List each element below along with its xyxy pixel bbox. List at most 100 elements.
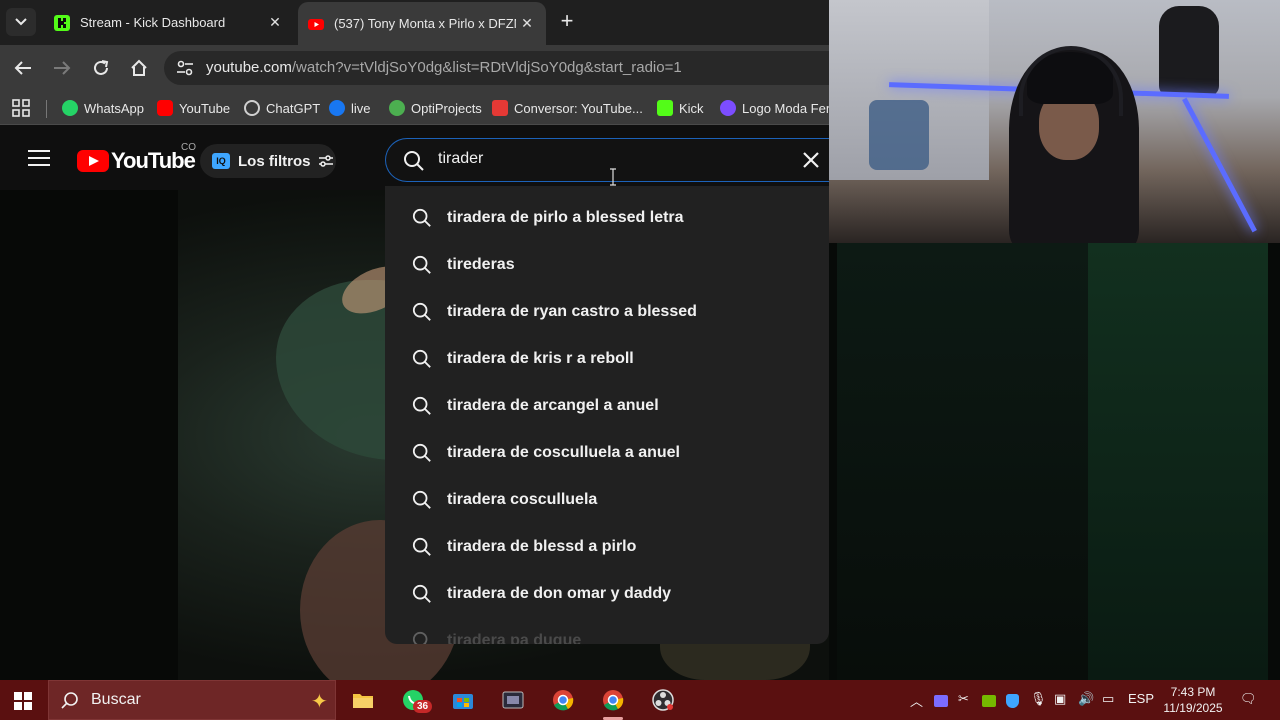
bookmark-label: Kick bbox=[679, 100, 704, 116]
bookmark-chatgpt[interactable]: ChatGPT bbox=[244, 99, 320, 117]
close-icon[interactable]: ✕ bbox=[516, 15, 538, 32]
windows-start-icon[interactable] bbox=[14, 692, 32, 710]
suggestion-item[interactable]: tiradera de don omar y daddy bbox=[385, 570, 829, 617]
reload-button[interactable] bbox=[89, 56, 113, 80]
tray-app-icon[interactable] bbox=[934, 695, 948, 707]
notifications-icon[interactable]: 🗨 bbox=[1240, 691, 1257, 707]
suggestion-text: tiradera cosculluela bbox=[447, 490, 598, 508]
bookmark-kick[interactable]: Kick bbox=[657, 99, 704, 117]
security-shield-icon[interactable] bbox=[1006, 694, 1019, 708]
microphone-icon[interactable]: 🎙 bbox=[1030, 691, 1047, 707]
whatsapp-icon[interactable]: 36 bbox=[399, 686, 433, 714]
reload-icon bbox=[94, 60, 109, 75]
home-button[interactable] bbox=[127, 56, 151, 80]
search-query-text: tirader bbox=[438, 150, 484, 167]
apps-button[interactable] bbox=[12, 99, 30, 117]
suggestion-item[interactable]: tiradera pa duque bbox=[385, 617, 829, 644]
clock-time: 7:43 PM bbox=[1170, 685, 1216, 699]
obs-icon[interactable] bbox=[649, 686, 677, 714]
clock-date: 11/19/2025 bbox=[1163, 701, 1223, 715]
camera-icon[interactable]: ▣ bbox=[1054, 691, 1066, 707]
kick-icon bbox=[657, 100, 673, 116]
forward-button[interactable] bbox=[50, 56, 74, 80]
bookmark-conversor[interactable]: Conversor: YouTube... bbox=[492, 99, 643, 117]
search-icon bbox=[412, 208, 431, 227]
filters-button[interactable]: IQ Los filtros bbox=[200, 144, 336, 178]
chevron-down-icon bbox=[15, 18, 27, 26]
search-input[interactable]: tirader bbox=[385, 138, 829, 182]
file-explorer-icon[interactable] bbox=[349, 686, 377, 714]
panel-shade bbox=[1088, 243, 1268, 680]
language-indicator[interactable]: ESP bbox=[1128, 691, 1154, 706]
new-tab-button[interactable]: + bbox=[556, 10, 578, 34]
suggestion-item[interactable]: tiradera de blessd a pirlo bbox=[385, 523, 829, 570]
arrow-right-icon bbox=[54, 61, 71, 75]
tab-search-button[interactable] bbox=[6, 8, 36, 36]
bookmark-optiprojects[interactable]: OptiProjects bbox=[389, 99, 482, 117]
suggestion-text: tiradera de pirlo a blessed letra bbox=[447, 208, 684, 226]
clear-search-icon[interactable] bbox=[802, 151, 820, 169]
chevron-up-icon[interactable]: ︿ bbox=[910, 691, 923, 710]
suggestion-text: tiradera de arcangel a anuel bbox=[447, 396, 659, 414]
network-icon[interactable]: ▭ bbox=[1102, 691, 1114, 707]
suggestion-item[interactable]: tiradera de pirlo a blessed letra bbox=[385, 194, 829, 241]
site-info-icon[interactable] bbox=[176, 60, 194, 76]
suggestion-text: tiradera de don omar y daddy bbox=[447, 584, 672, 602]
country-code: CO bbox=[181, 142, 196, 153]
taskbar-search[interactable]: Buscar ✦ bbox=[48, 680, 336, 720]
url-host: youtube.com bbox=[206, 59, 292, 76]
tab-youtube-video[interactable]: (537) Tony Monta x Pirlo x DFZM x ✕ bbox=[298, 2, 546, 45]
suggestion-text: tiradera de blessd a pirlo bbox=[447, 537, 637, 555]
tray-tool-icon[interactable]: ✂ bbox=[958, 691, 969, 707]
bookmark-live[interactable]: live bbox=[329, 99, 371, 117]
youtube-logo[interactable]: YouTube CO bbox=[77, 142, 196, 174]
suggestion-item[interactable]: tiradera cosculluela bbox=[385, 476, 829, 523]
search-icon bbox=[61, 692, 78, 709]
search-icon bbox=[412, 255, 431, 274]
microsoft-store-icon[interactable] bbox=[449, 686, 477, 714]
sparkle-icon: ✦ bbox=[311, 691, 328, 713]
suggestion-text: tirederas bbox=[447, 255, 515, 273]
bookmark-label: OptiProjects bbox=[411, 100, 482, 116]
close-icon[interactable]: ✕ bbox=[264, 14, 286, 31]
address-bar[interactable]: youtube.com/watch?v=tVldjSoY0dg&list=RDt… bbox=[164, 51, 864, 85]
youtube-page: YouTube CO IQ Los filtros tirader tirade… bbox=[0, 126, 829, 680]
browser-toolbar: youtube.com/watch?v=tVldjSoY0dg&list=RDt… bbox=[0, 45, 864, 91]
back-button[interactable] bbox=[11, 56, 35, 80]
search-icon bbox=[412, 631, 428, 644]
clock[interactable]: 7:43 PM 11/19/2025 bbox=[1160, 684, 1226, 716]
bookmarks-divider bbox=[46, 100, 47, 118]
chrome-icon[interactable] bbox=[549, 686, 577, 714]
suggestion-item[interactable]: tiradera de cosculluela a anuel bbox=[385, 429, 829, 476]
suggestion-text: tiradera de kris r a reboll bbox=[447, 349, 634, 367]
bookmark-youtube[interactable]: YouTube bbox=[157, 99, 230, 117]
youtube-icon bbox=[308, 18, 324, 30]
facebook-icon bbox=[329, 100, 345, 116]
youtube-masthead: YouTube CO IQ Los filtros tirader tirade… bbox=[0, 126, 829, 644]
bookmark-label: Conversor: YouTube... bbox=[514, 100, 643, 116]
suggestion-text: tiradera de ryan castro a blessed bbox=[447, 302, 697, 320]
search-icon bbox=[412, 490, 431, 509]
webcam-scene bbox=[869, 100, 929, 170]
bookmarks-bar: WhatsApp YouTube ChatGPT live OptiProjec… bbox=[0, 91, 844, 125]
video-editor-icon[interactable] bbox=[499, 686, 527, 714]
bookmark-whatsapp[interactable]: WhatsApp bbox=[62, 99, 144, 117]
suggestion-item[interactable]: tiradera de ryan castro a blessed bbox=[385, 288, 829, 335]
search-icon bbox=[412, 443, 431, 462]
suggestion-item[interactable]: tiradera de kris r a reboll bbox=[385, 335, 829, 382]
chrome-icon[interactable] bbox=[599, 686, 627, 720]
iq-icon: IQ bbox=[212, 153, 230, 169]
search-icon bbox=[412, 349, 431, 368]
hamburger-menu-button[interactable] bbox=[28, 150, 50, 168]
tab-kick-dashboard[interactable]: Stream - Kick Dashboard ✕ bbox=[44, 0, 294, 45]
nvidia-icon[interactable] bbox=[982, 695, 996, 707]
bookmark-label: YouTube bbox=[179, 100, 231, 116]
suggestion-item[interactable]: tiradera de arcangel a anuel bbox=[385, 382, 829, 429]
taskbar-search-placeholder: Buscar bbox=[91, 691, 141, 708]
bookmark-logo-moda[interactable]: Logo Moda Feme bbox=[720, 99, 844, 117]
tab-title: (537) Tony Monta x Pirlo x DFZM x bbox=[334, 16, 516, 31]
suggestion-item[interactable]: tirederas bbox=[385, 241, 829, 288]
tune-icon bbox=[318, 155, 333, 167]
volume-icon[interactable]: 🔊 bbox=[1078, 691, 1094, 707]
windows-taskbar: Buscar ✦ 36 ︿ ✂ 🎙 ▣ 🔊 ▭ ESP 7:43 PM 11/1… bbox=[0, 680, 1280, 720]
